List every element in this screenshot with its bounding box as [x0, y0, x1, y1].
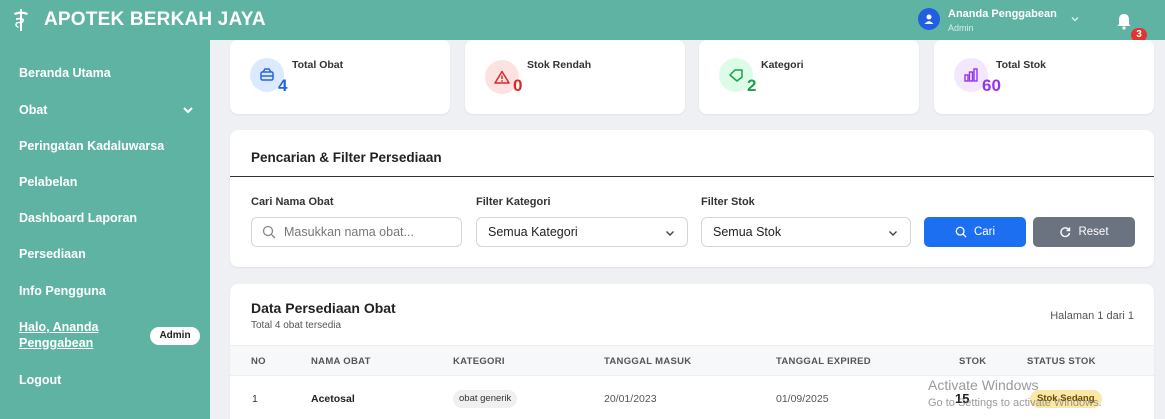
stat-card-total-stok: Total Stok 60 [934, 40, 1154, 114]
reset-button-label: Reset [1078, 226, 1109, 238]
page-info: Halaman 1 dari 1 [1050, 310, 1134, 322]
user-role: Admin [948, 23, 974, 33]
stat-value: 0 [513, 76, 523, 95]
search-button-label: Cari [973, 226, 996, 238]
sidebar-item-label: Obat [19, 103, 48, 117]
refresh-icon [1060, 227, 1071, 238]
category-select[interactable]: Semua Kategori [476, 217, 688, 247]
sidebar-item-dashboard[interactable]: Dashboard Laporan [0, 200, 210, 236]
cell-date-in: 20/01/2023 [604, 393, 657, 405]
user-avatar-icon [918, 8, 940, 30]
reset-button[interactable]: Reset [1033, 217, 1135, 247]
stat-label: Stok Rendah [527, 59, 592, 71]
filter-card: Pencarian & Filter Persediaan Cari Nama … [230, 130, 1154, 267]
user-name: Ananda Penggabean [948, 8, 1057, 20]
stat-label: Kategori [761, 59, 804, 71]
app-title: APOTEK BERKAH JAYA [44, 9, 266, 30]
sidebar-item-logout[interactable]: Logout [0, 362, 210, 398]
column-header: NO [251, 356, 266, 367]
table-subtitle: Total 4 obat tersedia [251, 320, 342, 331]
column-header: STOK [959, 356, 987, 367]
brand[interactable]: APOTEK BERKAH JAYA [10, 9, 266, 31]
chevron-down-icon [666, 231, 674, 236]
search-placeholder: Masukkan nama obat... [284, 225, 414, 239]
category-label: Filter Kategori [476, 196, 551, 208]
stat-card-kategori: Kategori 2 [699, 40, 919, 114]
cell-date-expired: 01/09/2025 [776, 393, 829, 405]
search-button[interactable]: Cari [924, 217, 1026, 247]
column-header: KATEGORI [453, 356, 505, 367]
user-greeting-link[interactable]: Halo, Ananda Penggabean [19, 319, 139, 351]
sidebar-item-obat[interactable]: Obat [0, 92, 210, 128]
stat-value: 2 [747, 76, 757, 95]
user-menu[interactable]: Ananda Penggabean Admin [918, 8, 1079, 34]
stat-value: 4 [278, 76, 288, 95]
column-header: TANGGAL EXPIRED [776, 356, 871, 367]
activation-watermark: Activate Windows [928, 377, 1039, 393]
bell-icon[interactable] [1116, 12, 1132, 30]
stat-label: Total Obat [292, 59, 344, 71]
table-header: NO NAMA OBAT KATEGORI TANGGAL MASUK TANG… [230, 345, 1154, 376]
sidebar-item-pelabelan[interactable]: Pelabelan [0, 164, 210, 200]
sidebar: Beranda Utama Obat Peringatan Kadaluwars… [0, 40, 210, 419]
stat-card-stok-rendah: Stok Rendah 0 [465, 40, 685, 114]
role-badge: Admin [150, 327, 200, 345]
column-header: NAMA OBAT [311, 356, 371, 367]
stat-label: Total Stok [996, 59, 1046, 71]
pharmacy-icon [10, 9, 32, 31]
activation-watermark-subtext: Go to Settings to activate Windows. [928, 397, 1102, 409]
column-header: TANGGAL MASUK [604, 356, 692, 367]
table-title: Data Persediaan Obat [251, 300, 396, 316]
search-input[interactable]: Masukkan nama obat... [251, 217, 462, 247]
cell-name: Acetosal [311, 393, 355, 405]
category-badge: obat generik [453, 390, 518, 408]
search-icon [955, 226, 967, 238]
cell-no: 1 [252, 393, 258, 405]
divider [230, 176, 1154, 177]
search-label: Cari Nama Obat [251, 196, 334, 208]
chevron-down-icon [183, 107, 193, 114]
chevron-down-icon [889, 231, 897, 236]
stat-value: 60 [982, 76, 1001, 95]
stat-card-total-obat: Total Obat 4 [230, 40, 450, 114]
search-icon [262, 225, 276, 239]
filter-title: Pencarian & Filter Persediaan [251, 150, 442, 165]
sidebar-item-peringatan[interactable]: Peringatan Kadaluwarsa [0, 128, 210, 164]
sidebar-item-beranda[interactable]: Beranda Utama [0, 55, 210, 91]
category-select-value: Semua Kategori [488, 225, 578, 239]
sidebar-item-info-pengguna[interactable]: Info Pengguna [0, 273, 210, 309]
column-header: STATUS STOK [1027, 356, 1096, 367]
chevron-down-icon [1071, 17, 1079, 22]
stock-select-value: Semua Stok [713, 225, 782, 239]
stock-label: Filter Stok [701, 196, 755, 208]
sidebar-item-persediaan[interactable]: Persediaan [0, 236, 210, 272]
stock-select[interactable]: Semua Stok [701, 217, 911, 247]
